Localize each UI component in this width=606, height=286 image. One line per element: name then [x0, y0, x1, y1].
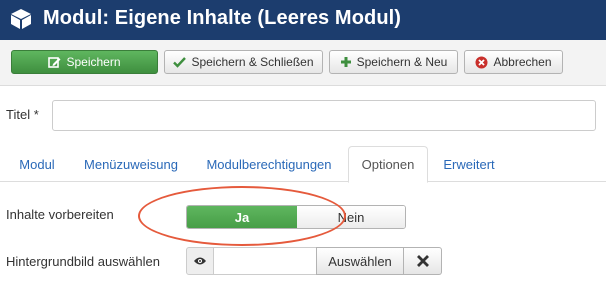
toolbar: Speichern Speichern & Schließen Speicher…: [0, 40, 606, 86]
background-image-field: Auswählen: [186, 247, 442, 275]
times-icon: [416, 255, 429, 267]
save-new-button[interactable]: Speichern & Neu: [329, 50, 458, 74]
tab-modul[interactable]: Modul: [8, 146, 66, 182]
tab-menuzuweisung[interactable]: Menüzuweisung: [74, 146, 188, 182]
save-button[interactable]: Speichern: [11, 50, 158, 74]
plus-icon: [340, 56, 352, 68]
prepare-content-yes-button[interactable]: Ja: [187, 206, 297, 228]
save-close-button[interactable]: Speichern & Schließen: [164, 50, 323, 74]
title-label: Titel *: [6, 107, 39, 122]
cube-icon: [11, 9, 31, 29]
prepare-content-toggle: Ja Nein: [186, 205, 406, 229]
prepare-content-label: Inhalte vorbereiten: [6, 207, 114, 222]
background-choose-button[interactable]: Auswählen: [316, 247, 404, 275]
title-input[interactable]: [52, 100, 596, 131]
prepare-content-no-button[interactable]: Nein: [297, 206, 405, 228]
tab-bar: Modul Menüzuweisung Modulberechtigungen …: [0, 146, 606, 183]
edit-icon: [48, 56, 61, 69]
cancel-button[interactable]: Abbrechen: [464, 50, 563, 74]
eye-icon[interactable]: [186, 247, 214, 275]
save-button-label: Speichern: [66, 55, 121, 69]
save-new-button-label: Speichern & Neu: [356, 55, 448, 69]
check-icon: [173, 56, 187, 68]
cancel-button-label: Abbrechen: [493, 55, 552, 69]
save-close-button-label: Speichern & Schließen: [191, 55, 314, 69]
background-image-path: [214, 247, 316, 275]
title-bar: Modul: Eigene Inhalte (Leeres Modul): [0, 0, 606, 40]
background-image-label: Hintergrundbild auswählen: [6, 254, 160, 269]
cancel-circle-icon: [475, 56, 488, 69]
tab-modulberechtigungen[interactable]: Modulberechtigungen: [196, 146, 342, 182]
background-clear-button[interactable]: [404, 247, 442, 275]
tab-optionen[interactable]: Optionen: [348, 146, 428, 183]
tab-erweitert[interactable]: Erweitert: [434, 146, 504, 182]
page-title: Modul: Eigene Inhalte (Leeres Modul): [43, 7, 402, 29]
